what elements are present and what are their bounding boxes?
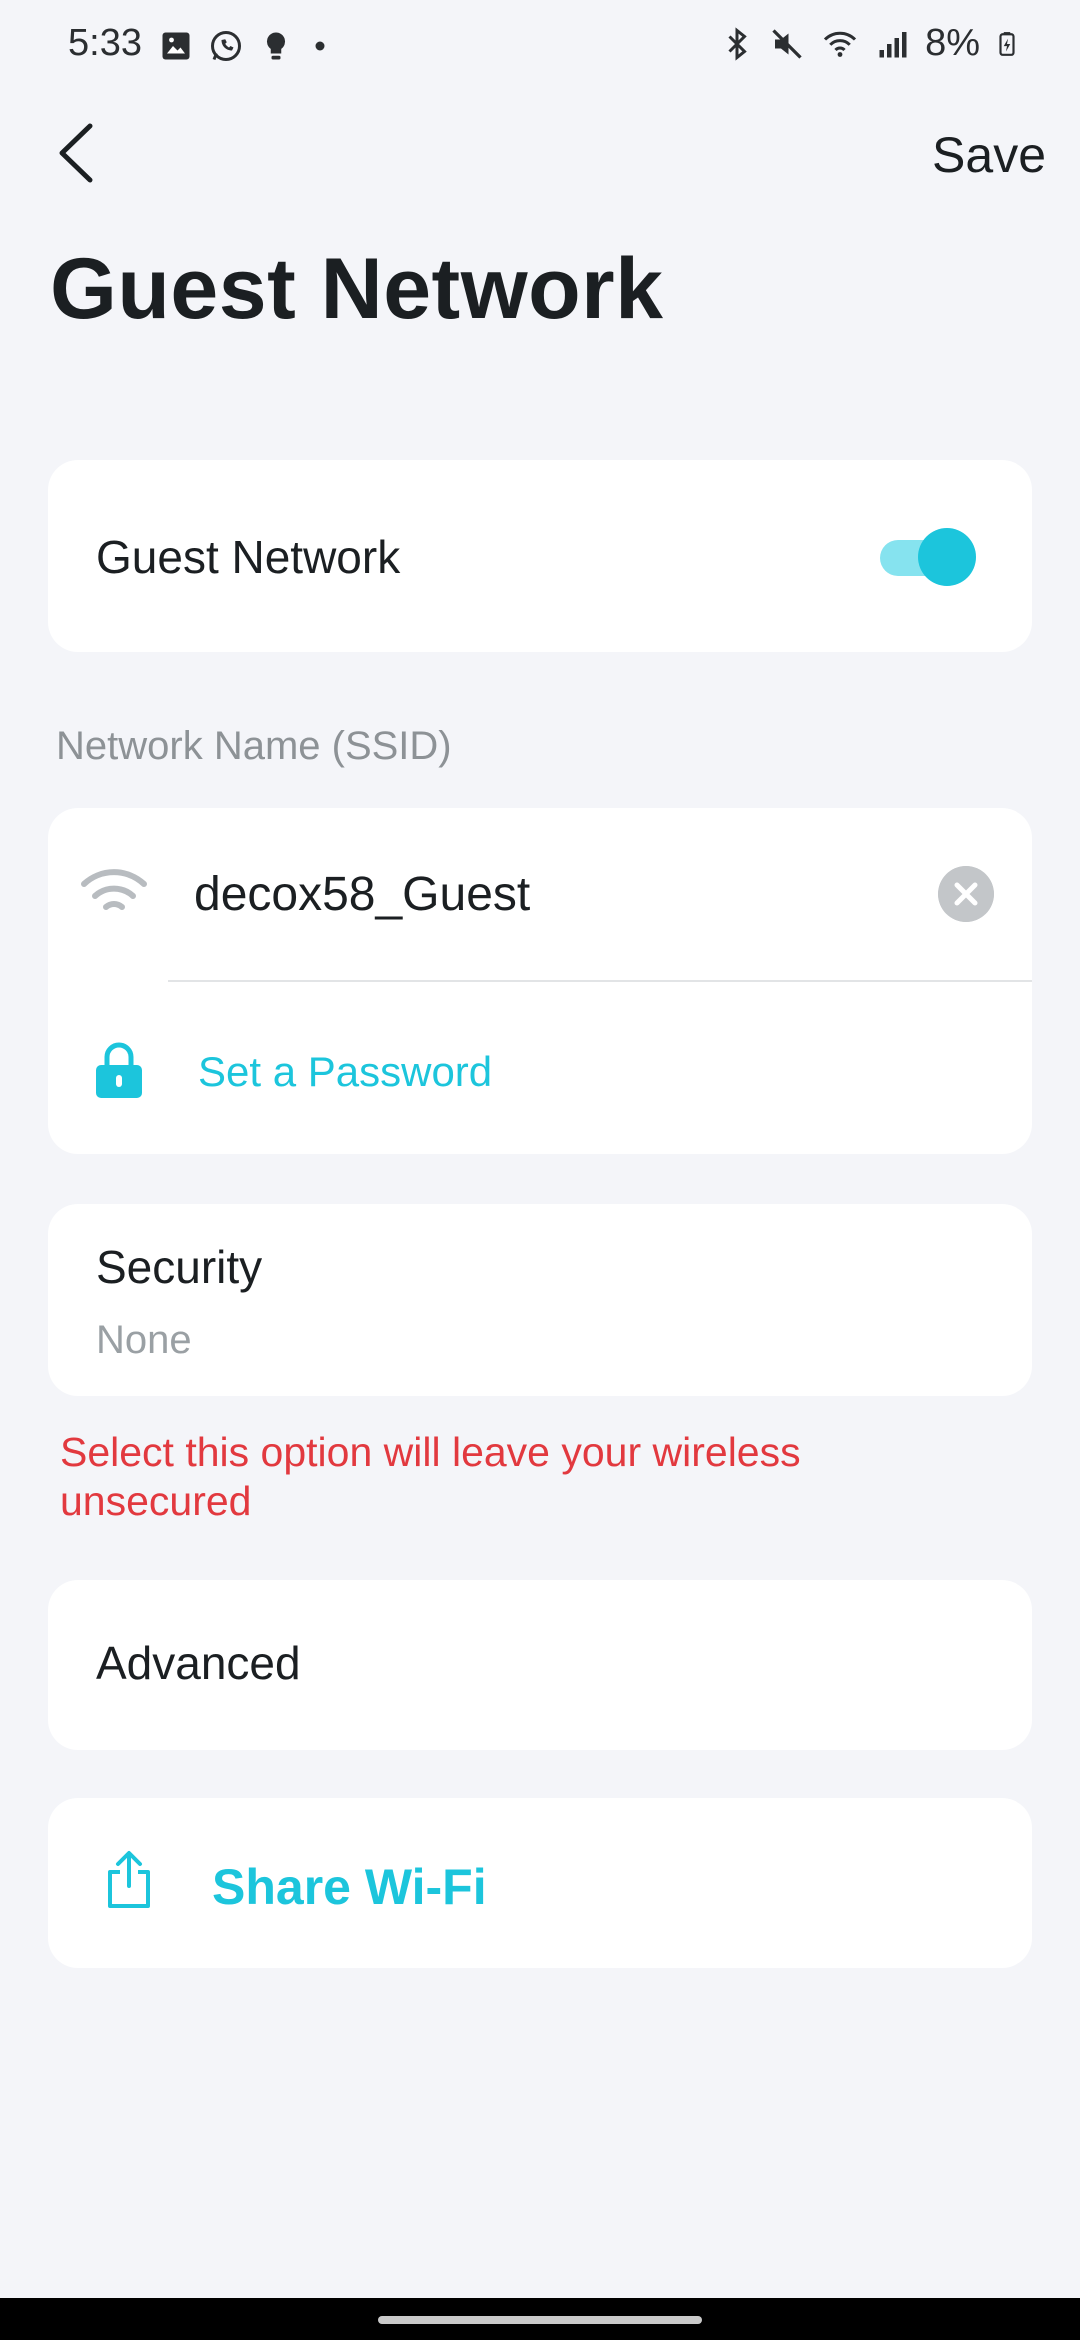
security-card[interactable]: Security None — [48, 1204, 1032, 1396]
security-title: Security — [96, 1241, 263, 1293]
share-wifi-label: Share Wi-Fi — [212, 1859, 487, 1915]
guest-network-label: Guest Network — [96, 531, 401, 583]
battery-percentage: 8% — [925, 22, 980, 64]
share-wifi-card[interactable]: Share Wi-Fi — [48, 1798, 1032, 1968]
chevron-left-icon — [59, 123, 93, 183]
security-warning: Select this option will leave your wirel… — [60, 1429, 801, 1524]
system-status-icons: 8% — [719, 22, 1020, 65]
home-indicator[interactable] — [378, 2316, 702, 2324]
ssid-section-label: Network Name (SSID) — [56, 724, 452, 768]
toggle-thumb — [918, 528, 976, 586]
bluetooth-icon — [728, 26, 747, 61]
guest-network-card: Guest Network — [48, 460, 1032, 652]
set-password-link[interactable]: Set a Password — [198, 1048, 492, 1096]
status-bar: 5:33 8% — [0, 0, 1080, 96]
guest-network-screen: 5:33 8% Save Guest Network Guest Network… — [0, 0, 1080, 2340]
status-time: 5:33 — [68, 22, 142, 64]
page-title: Guest Network — [50, 241, 664, 337]
notification-icons — [158, 28, 332, 64]
save-button[interactable]: Save — [932, 126, 1046, 184]
ssid-card: Set a Password — [48, 808, 1032, 1154]
back-button[interactable] — [48, 118, 108, 188]
gallery-icon — [162, 32, 190, 60]
advanced-card[interactable]: Advanced — [48, 1580, 1032, 1750]
guest-network-toggle[interactable] — [880, 526, 976, 588]
clear-ssid-button[interactable] — [938, 866, 994, 922]
bulb-icon — [266, 32, 286, 60]
system-nav-bar — [0, 2298, 1080, 2340]
advanced-title: Advanced — [96, 1637, 301, 1689]
share-icon — [108, 1851, 150, 1908]
ssid-divider — [168, 980, 1032, 982]
security-value: None — [96, 1318, 192, 1362]
wifi-icon — [81, 869, 147, 910]
mute-icon — [772, 28, 802, 59]
whatsapp-icon — [211, 31, 241, 61]
signal-icon — [879, 31, 907, 57]
lock-icon — [96, 1042, 142, 1098]
battery-icon — [999, 31, 1015, 56]
wifi-icon — [824, 31, 857, 57]
ssid-input[interactable] — [194, 862, 934, 926]
dot-icon — [315, 41, 325, 51]
